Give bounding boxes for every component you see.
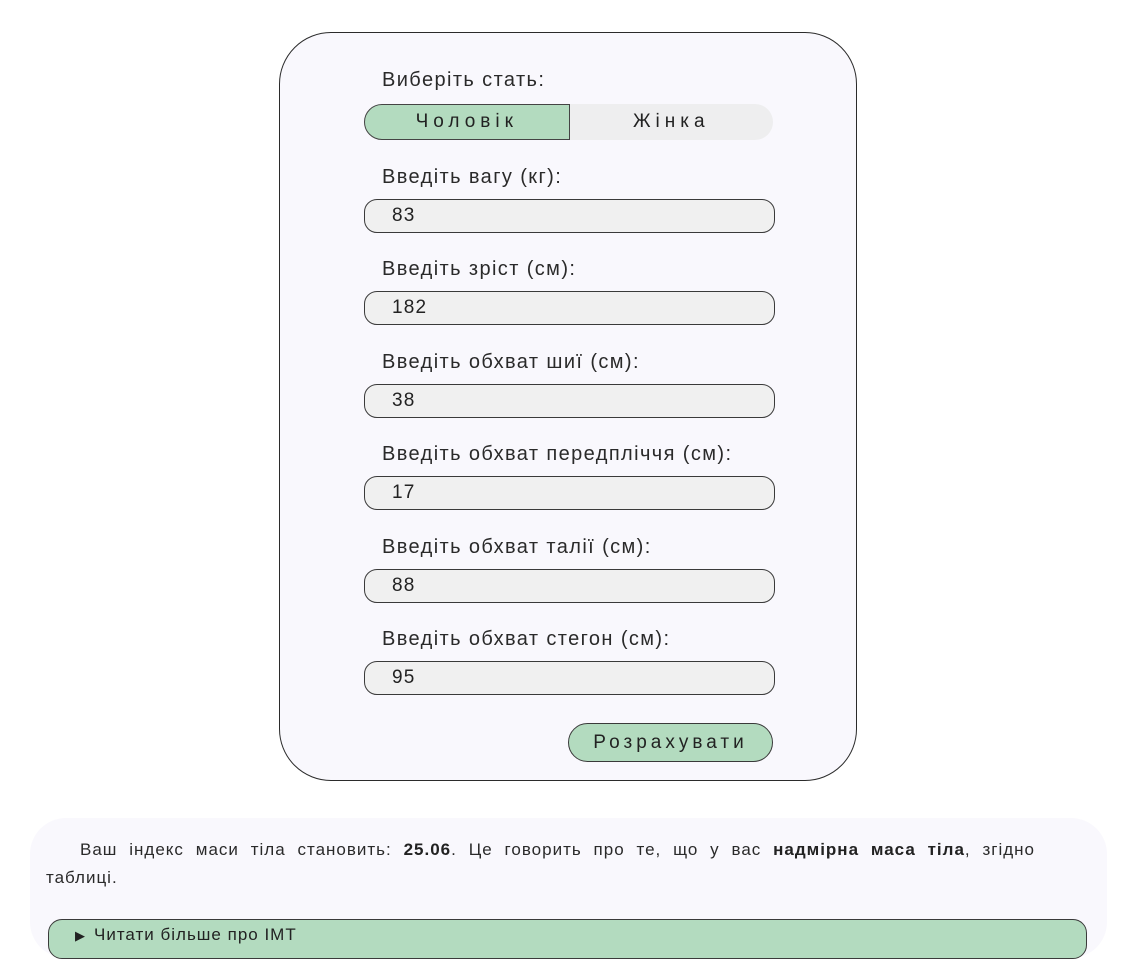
result-prefix: Ваш індекс маси тіла становить: xyxy=(80,840,404,859)
hips-label: Введіть обхват стегон (см): xyxy=(382,628,671,650)
calculate-button[interactable]: Розрахувати xyxy=(568,723,773,762)
gender-label: Виберіть стать: xyxy=(382,69,546,91)
bmi-form-card: Виберіть стать: Чоловік Жінка Введіть ва… xyxy=(279,32,857,781)
weight-input[interactable] xyxy=(364,199,775,233)
read-more-details[interactable]: ▶ Читати більше про ІМТ xyxy=(48,919,1087,959)
gender-toggle: Чоловік Жінка xyxy=(364,104,773,140)
forearm-label: Введіть обхват передпліччя (см): xyxy=(382,443,733,465)
waist-label: Введіть обхват талії (см): xyxy=(382,536,652,558)
forearm-input[interactable] xyxy=(364,476,775,510)
hips-input[interactable] xyxy=(364,661,775,695)
read-more-label: Читати більше про ІМТ xyxy=(94,925,297,944)
weight-label: Введіть вагу (кг): xyxy=(382,166,563,188)
bmi-value: 25.06 xyxy=(403,840,452,859)
result-middle: . Це говорить про те, що у вас xyxy=(451,840,774,859)
triangle-right-icon: ▶ xyxy=(75,928,86,943)
result-panel: Ваш індекс маси тіла становить: 25.06. Ц… xyxy=(30,818,1107,959)
height-input[interactable] xyxy=(364,291,775,325)
neck-input[interactable] xyxy=(364,384,775,418)
result-text: Ваш індекс маси тіла становить: 25.06. Ц… xyxy=(46,836,1035,892)
waist-input[interactable] xyxy=(364,569,775,603)
gender-female-button[interactable]: Жінка xyxy=(570,104,774,140)
height-label: Введіть зріст (см): xyxy=(382,258,577,280)
bmi-category: надмірна маса тіла xyxy=(773,840,965,859)
gender-male-button[interactable]: Чоловік xyxy=(364,104,570,140)
neck-label: Введіть обхват шиї (см): xyxy=(382,351,640,373)
